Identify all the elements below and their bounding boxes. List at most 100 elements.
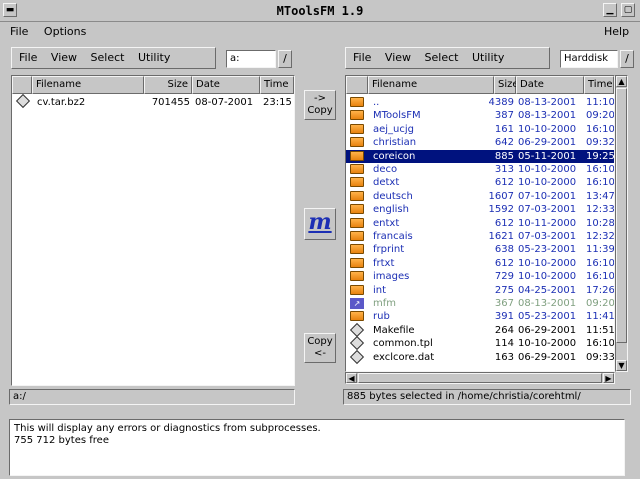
- left-menu-select[interactable]: Select: [91, 51, 125, 64]
- left-file-list[interactable]: Filename Size Date Time cv.tar.bz2 70145…: [11, 75, 295, 386]
- file-name: frprint: [373, 244, 405, 256]
- maximize-button[interactable]: ▢: [621, 3, 635, 17]
- right-file-row[interactable]: entxt 612 10-11-2000 10:28: [346, 217, 614, 230]
- right-file-row[interactable]: deutsch 1607 07-10-2001 13:47: [346, 190, 614, 203]
- file-time: 09:32: [586, 137, 615, 149]
- right-file-row[interactable]: aej_ucjg 161 10-10-2000 16:10: [346, 123, 614, 136]
- right-menu-file[interactable]: File: [353, 51, 371, 64]
- file-name: rub: [373, 311, 390, 323]
- right-file-row[interactable]: MToolsFM 387 08-13-2001 09:20: [346, 109, 614, 122]
- file-size: 1592: [488, 204, 514, 216]
- hscroll-thumb[interactable]: [358, 373, 602, 383]
- scroll-right-button[interactable]: ▶: [603, 373, 614, 383]
- right-status-bar: 885 bytes selected in /home/christia/cor…: [343, 389, 631, 405]
- scroll-thumb[interactable]: [616, 88, 627, 343]
- right-file-row[interactable]: images 729 10-10-2000 16:10: [346, 270, 614, 283]
- right-file-row[interactable]: frprint 638 05-23-2001 11:39: [346, 243, 614, 256]
- scroll-down-button[interactable]: ▼: [616, 360, 627, 371]
- title-bar[interactable]: ▬ MToolsFM 1.9 ▁ ▢: [0, 0, 640, 22]
- left-root-button[interactable]: /: [278, 50, 292, 68]
- right-file-row[interactable]: deco 313 10-10-2000 16:10: [346, 163, 614, 176]
- file-size: 4389: [488, 97, 514, 108]
- menu-file[interactable]: File: [10, 25, 28, 38]
- file-date: 06-29-2001: [518, 351, 577, 363]
- left-menu-view[interactable]: View: [51, 51, 77, 64]
- menu-help[interactable]: Help: [604, 25, 629, 38]
- right-file-row[interactable]: exclcore.dat 163 06-29-2001 09:33: [346, 349, 614, 364]
- file-time: 12:32: [586, 231, 615, 242]
- file-name: christian: [373, 137, 417, 149]
- file-name: detxt: [373, 177, 400, 189]
- right-horizontal-scrollbar[interactable]: ◀ ▶: [345, 372, 615, 384]
- right-menu-view[interactable]: View: [385, 51, 411, 64]
- right-menu-select[interactable]: Select: [425, 51, 459, 64]
- file-size: 612: [494, 257, 514, 269]
- right-file-row[interactable]: rub 391 05-23-2001 11:41: [346, 310, 614, 323]
- copy-left-arrow: <-: [314, 348, 326, 359]
- file-time: 10:28: [586, 217, 615, 229]
- file-size: 387: [494, 110, 514, 122]
- right-header-size[interactable]: Size: [494, 76, 519, 94]
- copy-left-label: Copy: [307, 336, 333, 347]
- right-header-filename[interactable]: Filename: [368, 76, 494, 94]
- menu-options[interactable]: Options: [44, 25, 86, 38]
- left-header-time[interactable]: Time: [260, 76, 294, 94]
- right-file-row[interactable]: francais 1621 07-03-2001 12:32: [346, 230, 614, 243]
- left-header-date[interactable]: Date: [192, 76, 260, 94]
- file-date: 10-10-2000: [518, 338, 577, 350]
- left-header-size[interactable]: Size: [144, 76, 192, 94]
- file-time: 17:26: [586, 284, 615, 296]
- right-file-row[interactable]: int 275 04-25-2001 17:26: [346, 284, 614, 297]
- right-vertical-scrollbar[interactable]: ▲ ▼: [615, 75, 628, 372]
- right-file-row[interactable]: Makefile 264 06-29-2001 11:51: [346, 322, 615, 337]
- arrow-up-icon: ▲: [618, 77, 625, 86]
- message-area[interactable]: This will display any errors or diagnost…: [9, 419, 625, 476]
- file-time: 11:39: [586, 244, 615, 256]
- right-file-row[interactable]: english 1592 07-03-2001 12:33: [346, 203, 614, 216]
- right-file-row[interactable]: .. 4389 08-13-2001 11:10: [346, 96, 614, 109]
- right-file-row[interactable]: frtxt 612 10-10-2000 16:10: [346, 257, 614, 270]
- message-line-1: This will display any errors or diagnost…: [14, 423, 321, 434]
- file-name: MToolsFM: [373, 110, 421, 122]
- left-icon-column-header[interactable]: [12, 76, 32, 94]
- right-file-list[interactable]: Filename Size Date Time .. 4389 08-13-2001…: [345, 75, 615, 372]
- mtools-logo-button[interactable]: m: [304, 208, 336, 240]
- file-size: 1607: [488, 190, 514, 202]
- left-header-filename[interactable]: Filename: [32, 76, 144, 94]
- right-file-row[interactable]: ↗ mfm 367 08-13-2001 09:20: [346, 297, 614, 310]
- minimize-button[interactable]: ▁: [603, 3, 617, 17]
- file-name: entxt: [373, 217, 400, 229]
- message-line-2: 755 712 bytes free: [14, 435, 109, 446]
- right-icon-column-header[interactable]: [346, 76, 368, 94]
- right-file-row[interactable]: common.tpl 114 10-10-2000 16:10: [346, 336, 614, 351]
- file-time: 11:51: [586, 324, 615, 336]
- copy-right-button[interactable]: -> Copy: [304, 90, 336, 120]
- window-title: MToolsFM 1.9: [276, 4, 364, 18]
- file-date: 05-23-2001: [518, 311, 577, 323]
- file-date: 10-10-2000: [518, 177, 577, 189]
- copy-right-arrow: ->: [314, 93, 326, 104]
- file-date: 06-29-2001: [518, 137, 577, 149]
- right-file-row[interactable]: christian 642 06-29-2001 09:32: [346, 136, 614, 149]
- right-menu-utility[interactable]: Utility: [472, 51, 504, 64]
- file-name: Makefile: [373, 324, 415, 336]
- file-name: exclcore.dat: [373, 351, 435, 363]
- left-menu-file[interactable]: File: [19, 51, 37, 64]
- right-file-row[interactable]: coreicon 885 05-11-2001 19:25: [346, 149, 614, 163]
- copy-left-button[interactable]: Copy <-: [304, 333, 336, 363]
- file-time: 09:20: [586, 110, 615, 122]
- file-time: 23:15: [263, 97, 292, 108]
- scroll-left-button[interactable]: ◀: [346, 373, 357, 383]
- right-path-field[interactable]: Harddisk: [560, 50, 618, 68]
- scroll-up-button[interactable]: ▲: [616, 76, 627, 87]
- right-header-date[interactable]: Date: [516, 76, 584, 94]
- left-path-field[interactable]: a:: [226, 50, 276, 68]
- right-header-time[interactable]: Time: [584, 76, 614, 94]
- file-name: common.tpl: [373, 338, 433, 350]
- left-menu-utility[interactable]: Utility: [138, 51, 170, 64]
- file-size: 163: [494, 351, 514, 363]
- right-root-button[interactable]: /: [620, 50, 634, 68]
- right-file-row[interactable]: detxt 612 10-10-2000 16:10: [346, 176, 614, 189]
- left-file-row[interactable]: cv.tar.bz2 701455 08-07-2001 23:15: [12, 93, 294, 109]
- file-name: images: [373, 271, 410, 283]
